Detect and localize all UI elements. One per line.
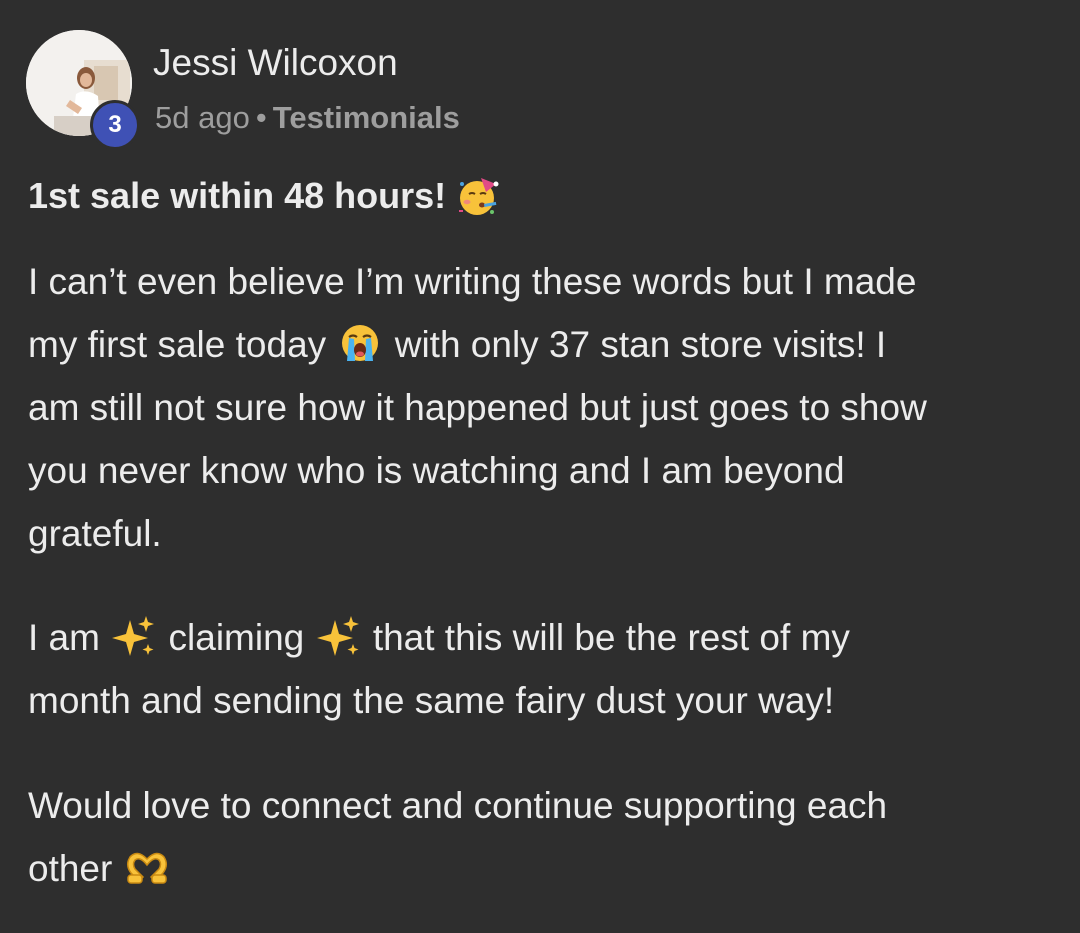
text-line: you never know who is watching and I am … <box>28 450 845 491</box>
text-segment: other <box>28 848 113 889</box>
text-segment: that this will be the rest of my <box>372 617 850 658</box>
post-header: 3 Jessi Wilcoxon 5d ago • Testimonials <box>26 30 1026 150</box>
post-paragraph-1: I can’t even believe I’m writing these w… <box>28 250 1068 565</box>
partying-face-icon <box>456 174 500 218</box>
level-badge: 3 <box>90 100 140 150</box>
post-meta: 5d ago • Testimonials <box>155 100 460 136</box>
text-line: am still not sure how it happened but ju… <box>28 387 927 428</box>
text-segment: claiming <box>168 617 305 658</box>
loudly-crying-face-icon <box>338 321 382 365</box>
text-line: other <box>28 837 1068 900</box>
heart-hands-icon <box>125 845 169 889</box>
text-segment: my first sale today <box>28 324 327 365</box>
post-title-text: 1st sale within 48 hours! <box>28 175 447 216</box>
author-name[interactable]: Jessi Wilcoxon <box>153 42 398 84</box>
text-line: I am claiming that this will be the rest… <box>28 606 1068 669</box>
meta-separator: • <box>255 100 267 135</box>
text-line: Would love to connect and continue suppo… <box>28 785 888 826</box>
sparkles-icon <box>316 614 361 658</box>
text-line: grateful. <box>28 513 162 554</box>
post-card: 3 Jessi Wilcoxon 5d ago • Testimonials 1st… <box>0 0 1080 933</box>
sparkles-icon <box>112 614 156 658</box>
category-link[interactable]: Testimonials <box>273 100 460 135</box>
text-line: my first sale today with only 37 stan st… <box>28 313 1068 376</box>
text-segment: with only 37 stan store visits! I <box>394 324 887 365</box>
post-time: 5d ago <box>155 100 250 135</box>
text-line: month and sending the same fairy dust yo… <box>28 680 835 721</box>
text-segment: I am <box>28 617 100 658</box>
avatar[interactable]: 3 <box>26 30 140 150</box>
post-paragraph-2: I am claiming that this will be the rest… <box>28 606 1068 732</box>
post-title: 1st sale within 48 hours! <box>28 174 502 218</box>
post-paragraph-3: Would love to connect and continue suppo… <box>28 774 1068 900</box>
text-line: I can’t even believe I’m writing these w… <box>28 261 917 302</box>
